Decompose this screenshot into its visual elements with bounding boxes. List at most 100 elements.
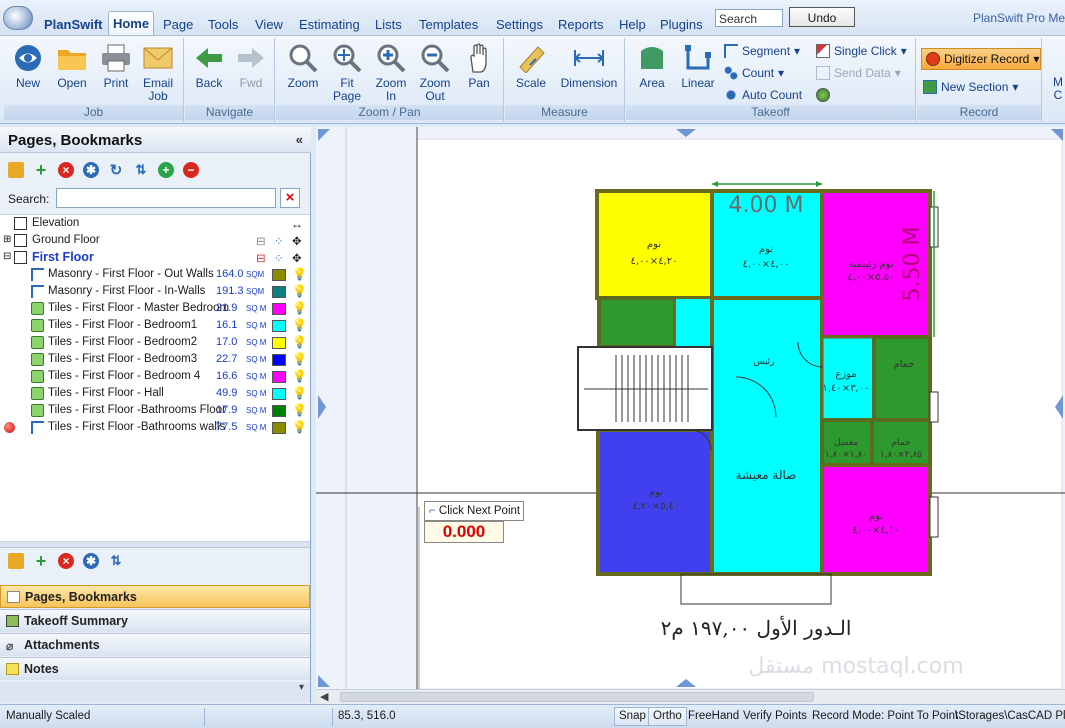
expand-arrows-icon[interactable]: ↔: [291, 217, 303, 231]
single-click-button[interactable]: Single Click ▾: [816, 44, 907, 58]
takeoff-item-row[interactable]: Masonry - First Floor - In-Walls 191.3 SQM…: [0, 283, 310, 300]
menu-reports[interactable]: Reports: [558, 17, 604, 32]
menu-home[interactable]: Home: [108, 11, 154, 35]
gear-icon[interactable]: ✱: [83, 162, 99, 178]
lightbulb-icon[interactable]: 💡: [292, 318, 307, 332]
delete-icon[interactable]: ×: [58, 162, 74, 178]
auto-count-button[interactable]: Auto Count: [724, 88, 802, 102]
delete-icon[interactable]: ×: [58, 553, 74, 569]
zoom-button[interactable]: Zoom: [282, 42, 324, 90]
lightbulb-icon[interactable]: 💡: [292, 335, 307, 349]
menu-tools[interactable]: Tools: [208, 17, 238, 32]
back-button[interactable]: Back: [189, 42, 229, 90]
digitizer-record-button[interactable]: Digitizer Record ▾: [921, 48, 1041, 70]
add-icon[interactable]: +: [33, 160, 49, 180]
send-data-button[interactable]: Send Data ▾: [816, 66, 901, 80]
color-swatch[interactable]: [272, 371, 286, 383]
open-button[interactable]: Open: [52, 42, 92, 90]
takeoff-item-row[interactable]: Tiles - First Floor - Bedroom1 16.1 SQ M 💡: [0, 317, 310, 334]
panel-splitter[interactable]: [0, 542, 310, 548]
color-swatch[interactable]: [272, 320, 286, 332]
lightbulb-icon[interactable]: 💡: [292, 301, 307, 315]
menu-help[interactable]: Help: [619, 17, 646, 32]
gear-icon[interactable]: ✱: [83, 553, 99, 569]
menu-templates[interactable]: Templates: [419, 17, 478, 32]
count-button[interactable]: Count ▾: [724, 66, 784, 80]
takeoff-item-row[interactable]: Tiles - First Floor -Bathrooms Floor 17.9…: [0, 402, 310, 419]
linear-button[interactable]: Linear: [676, 42, 720, 90]
print-button[interactable]: Print: [96, 42, 136, 90]
fit-page-button[interactable]: Fit Page: [326, 42, 368, 103]
lightbulb-icon[interactable]: 💡: [292, 369, 307, 383]
segment-button[interactable]: Segment ▾: [724, 44, 800, 58]
menu-plugins[interactable]: Plugins: [660, 17, 703, 32]
undo-button[interactable]: Undo: [789, 7, 855, 27]
move-icon[interactable]: ✥: [292, 234, 302, 248]
lightbulb-icon[interactable]: 💡: [292, 284, 307, 298]
remove-bookmark-icon[interactable]: −: [183, 162, 199, 178]
color-swatch[interactable]: [272, 337, 286, 349]
menu-view[interactable]: View: [255, 17, 283, 32]
scale-button[interactable]: Scale: [509, 42, 553, 90]
search-input[interactable]: Search: [715, 9, 783, 27]
color-swatch[interactable]: [272, 422, 286, 434]
menu-lists[interactable]: Lists: [375, 17, 402, 32]
sort-icon[interactable]: ⇅: [133, 162, 149, 178]
scroll-left-icon[interactable]: ◀: [320, 690, 328, 703]
freehand-toggle[interactable]: FreeHand: [688, 710, 739, 722]
color-swatch[interactable]: [272, 303, 286, 315]
menu-page[interactable]: Page: [163, 17, 193, 32]
plan-canvas[interactable]: نوم ٤,٢٠×٤,٠٠ نوم ٤,٠٠×٤,٠٠ نوم رئيسية ٥…: [316, 127, 1065, 689]
horizontal-scrollbar[interactable]: ◀: [316, 689, 1065, 704]
lightbulb-icon[interactable]: 💡: [292, 267, 307, 281]
expand-plus-icon[interactable]: ⊞: [3, 234, 11, 245]
takeoff-item-row[interactable]: Tiles - First Floor - Master Bedroom 21.9…: [0, 300, 310, 317]
area-button[interactable]: Area: [630, 42, 674, 90]
pan-button[interactable]: Pan: [458, 42, 500, 90]
zoom-in-button[interactable]: Zoom In: [370, 42, 412, 103]
folder-icon[interactable]: [8, 162, 24, 178]
email-job-button[interactable]: Email Job: [138, 42, 178, 103]
tab-takeoff-summary[interactable]: Takeoff Summary: [0, 609, 310, 632]
takeoff-item-row[interactable]: Masonry - First Floor - Out Walls 164.0 SQ…: [0, 266, 310, 283]
scrollbar-thumb[interactable]: [340, 692, 814, 702]
new-section-button[interactable]: New Section ▾: [923, 80, 1018, 94]
collapse-minus-icon[interactable]: ⊟: [3, 251, 11, 262]
takeoff-item-row[interactable]: Tiles - First Floor -Bathrooms walls 77.5…: [0, 419, 310, 436]
tabs-overflow-icon[interactable]: ▾: [0, 682, 310, 702]
ortho-toggle[interactable]: Ortho: [648, 707, 687, 726]
takeoff-item-row[interactable]: Tiles - First Floor - Bedroom3 22.7 SQ M 💡: [0, 351, 310, 368]
dimension-button[interactable]: Dimension: [557, 42, 621, 90]
lightbulb-icon[interactable]: 💡: [292, 386, 307, 400]
tab-attachments[interactable]: ⌀ Attachments: [0, 633, 310, 656]
clear-search-icon[interactable]: ×: [280, 188, 300, 208]
color-swatch[interactable]: [272, 405, 286, 417]
tree-row-ground-floor[interactable]: ⊞ Ground Floor ⊟ ⁘ ✥: [0, 232, 310, 249]
lightbulb-icon[interactable]: 💡: [292, 352, 307, 366]
color-swatch[interactable]: [272, 388, 286, 400]
sort-icon[interactable]: ⇅: [108, 553, 124, 569]
tab-pages-bookmarks[interactable]: Pages, Bookmarks: [0, 585, 310, 608]
tree-row-first-floor[interactable]: ⊟ First Floor ⊟ ⁘ ✥: [0, 249, 310, 266]
new-button[interactable]: New: [8, 42, 48, 90]
color-swatch[interactable]: [272, 286, 286, 298]
snap-toggle[interactable]: Snap: [614, 707, 651, 726]
zoom-out-button[interactable]: Zoom Out: [414, 42, 456, 103]
move-icon[interactable]: ✥: [292, 251, 302, 265]
app-menu-button[interactable]: [3, 6, 33, 30]
lightbulb-icon[interactable]: 💡: [292, 420, 307, 434]
takeoff-item-row[interactable]: Tiles - First Floor - Bedroom 4 16.6 SQ M 💡: [0, 368, 310, 385]
color-swatch[interactable]: [272, 269, 286, 281]
menu-estimating[interactable]: Estimating: [299, 17, 360, 32]
folder-icon[interactable]: [8, 553, 24, 569]
collapse-icon[interactable]: «: [296, 132, 303, 147]
globe-button[interactable]: [816, 88, 830, 102]
more-button[interactable]: M C: [1048, 76, 1065, 102]
lightbulb-icon[interactable]: 💡: [292, 403, 307, 417]
takeoff-item-row[interactable]: Tiles - First Floor - Bedroom2 17.0 SQ M 💡: [0, 334, 310, 351]
tree-row-elevation[interactable]: Elevation ↔: [0, 215, 310, 232]
refresh-icon[interactable]: ↻: [108, 162, 124, 179]
bookmark-search-input[interactable]: [56, 188, 276, 208]
takeoff-item-row[interactable]: Tiles - First Floor - Hall 49.9 SQ M 💡: [0, 385, 310, 402]
add-bookmark-icon[interactable]: +: [158, 162, 174, 178]
